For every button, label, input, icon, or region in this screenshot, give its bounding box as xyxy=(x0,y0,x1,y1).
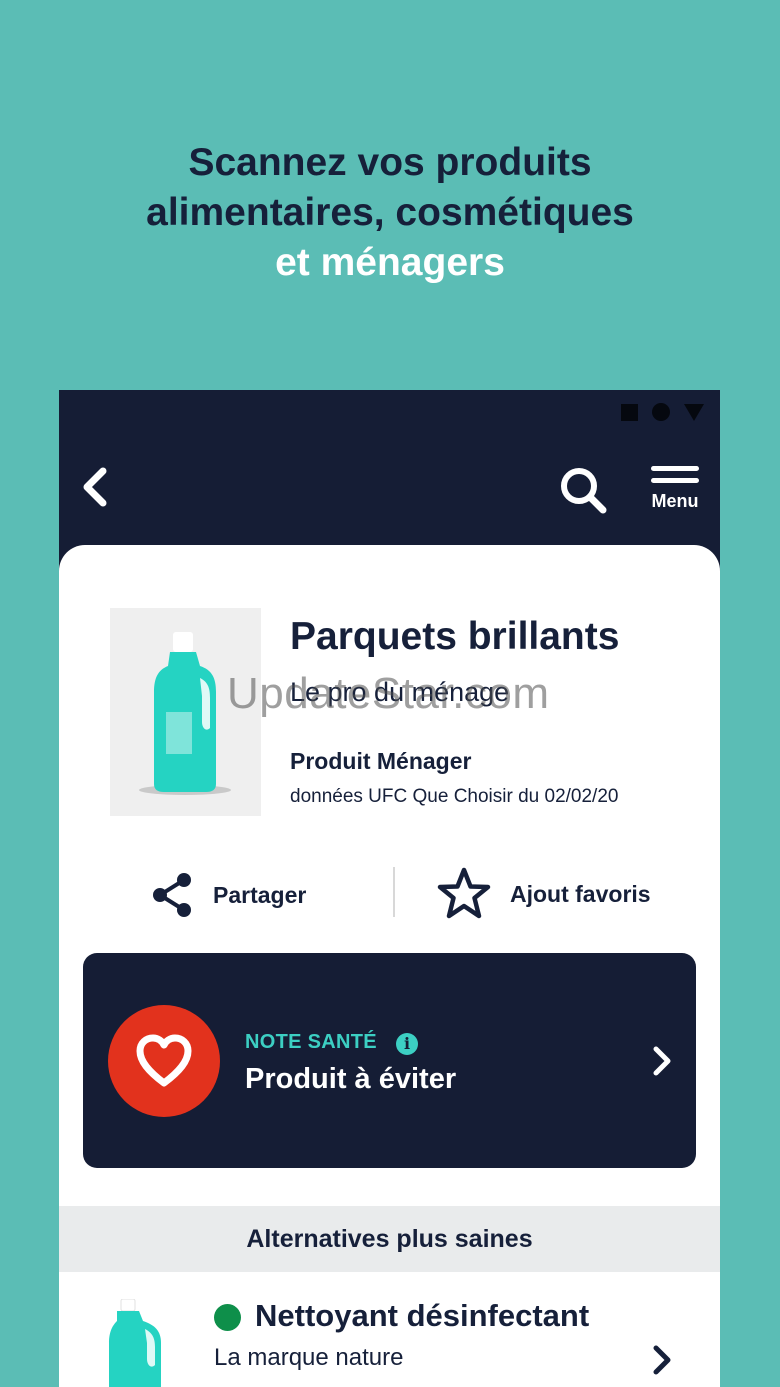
chevron-right-icon xyxy=(653,1345,671,1375)
phone-screen: Menu Parquets brillants Le pro du ménage… xyxy=(59,390,720,1387)
product-card: Parquets brillants Le pro du ménage Upda… xyxy=(59,545,720,1387)
product-image xyxy=(110,608,261,816)
health-note-tag: NOTE SANTÉ xyxy=(245,1031,377,1053)
share-icon xyxy=(153,873,191,917)
alternatives-header: Alternatives plus saines xyxy=(59,1206,720,1272)
actions-divider xyxy=(393,867,395,917)
chevron-right-icon xyxy=(653,1046,671,1076)
detergent-bottle-icon xyxy=(109,1299,161,1387)
health-note-value: Produit à éviter xyxy=(245,1063,457,1095)
headline-line-3: et ménagers xyxy=(275,241,505,284)
stop-icon xyxy=(621,403,638,421)
alternative-item[interactable]: Nettoyant désinfectant La marque nature xyxy=(59,1272,720,1387)
status-dot xyxy=(214,1304,241,1331)
share-button[interactable]: Partager xyxy=(151,870,306,920)
product-brand: Le pro du ménage xyxy=(290,677,510,707)
favorite-label: Ajout favoris xyxy=(510,880,651,907)
alternative-name: Nettoyant désinfectant xyxy=(255,1298,590,1333)
alternative-brand: La marque nature xyxy=(214,1344,404,1371)
headline: Scannez vos produits alimentaires, cosmé… xyxy=(0,138,780,288)
product-name: Parquets brillants xyxy=(290,615,620,658)
chevron-left-icon xyxy=(83,467,107,507)
health-note-card[interactable]: NOTE SANTÉ i Produit à éviter xyxy=(83,953,696,1168)
menu-label: Menu xyxy=(651,491,699,511)
menu-icon xyxy=(651,466,699,471)
favorite-button[interactable]: Ajout favoris xyxy=(436,865,651,923)
detergent-bottle-icon xyxy=(139,632,231,795)
heart-icon xyxy=(136,1034,192,1087)
health-note-badge xyxy=(108,1005,220,1117)
product-source: données UFC Que Choisir du 02/02/20 xyxy=(290,786,619,807)
menu-button[interactable]: Menu xyxy=(647,466,703,516)
circle-icon xyxy=(652,403,670,421)
star-icon xyxy=(437,867,491,919)
headline-line-2: alimentaires, cosmétiques xyxy=(146,191,634,234)
info-icon[interactable]: i xyxy=(396,1033,418,1055)
share-label: Partager xyxy=(213,881,307,908)
search-icon xyxy=(561,468,607,514)
menu-icon-bar xyxy=(651,478,699,483)
product-category: Produit Ménager xyxy=(290,748,472,774)
back-button[interactable] xyxy=(79,466,113,508)
headline-line-1: Scannez vos produits xyxy=(188,141,592,184)
status-bar xyxy=(621,402,704,422)
search-button[interactable] xyxy=(559,466,609,516)
triangle-icon xyxy=(684,403,704,421)
